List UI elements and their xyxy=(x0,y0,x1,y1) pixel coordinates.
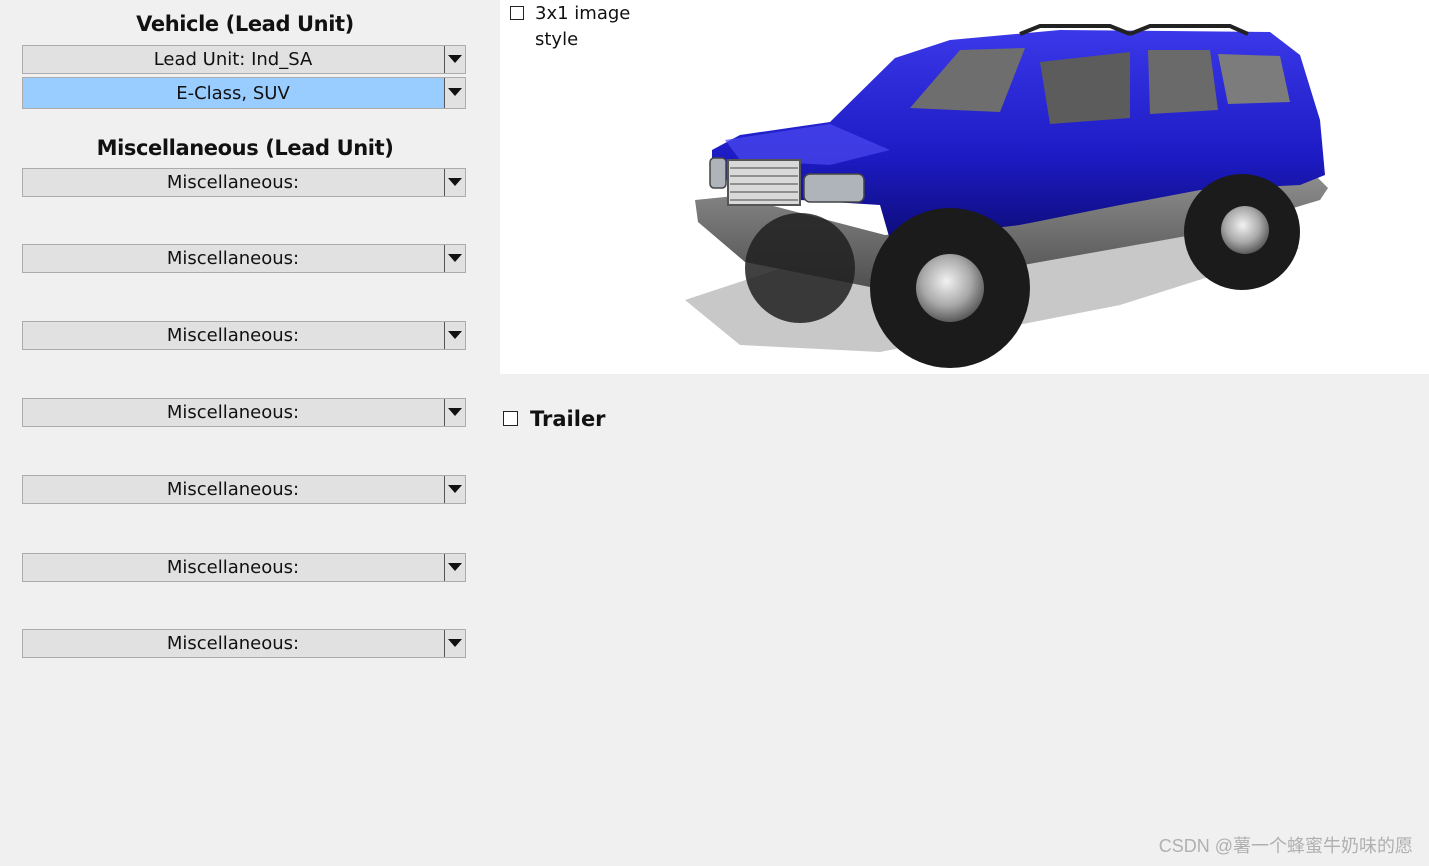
vehicle-type-dropdown-label: E-Class, SUV xyxy=(23,78,443,108)
front-side-window xyxy=(1040,52,1130,124)
misc-dropdown-1[interactable]: Miscellaneous: xyxy=(22,168,466,197)
headlight xyxy=(803,173,865,203)
misc-dropdown-5[interactable]: Miscellaneous: xyxy=(22,475,466,504)
misc-dropdown-7[interactable]: Miscellaneous: xyxy=(22,629,466,658)
chevron-down-icon[interactable] xyxy=(444,630,465,657)
chevron-down-icon[interactable] xyxy=(444,245,465,272)
misc-dropdown-label: Miscellaneous: xyxy=(166,325,300,346)
misc-dropdown-label: Miscellaneous: xyxy=(166,479,300,500)
rear-wheel-hub xyxy=(1221,206,1269,254)
misc-dropdown-label: Miscellaneous: xyxy=(166,402,300,423)
chevron-down-icon[interactable] xyxy=(444,169,465,196)
chevron-down-icon[interactable] xyxy=(444,46,465,73)
misc-dropdown-3[interactable]: Miscellaneous: xyxy=(22,321,466,350)
vehicle-section-title: Vehicle (Lead Unit) xyxy=(136,12,354,36)
grille xyxy=(727,159,801,206)
front-wheel-hub xyxy=(916,254,984,322)
misc-dropdown-label: Miscellaneous: xyxy=(166,172,300,193)
trailer-checkbox[interactable] xyxy=(503,411,518,426)
chevron-down-icon[interactable] xyxy=(444,399,465,426)
chevron-down-icon[interactable] xyxy=(444,554,465,581)
lead-unit-dropdown[interactable]: Lead Unit: Ind_SA xyxy=(22,45,466,74)
misc-dropdown-2[interactable]: Miscellaneous: xyxy=(22,244,466,273)
misc-dropdown-label: Miscellaneous: xyxy=(166,557,300,578)
watermark: CSDN @薯一个蜂蜜牛奶味的愿 xyxy=(1158,836,1413,856)
chevron-down-icon[interactable] xyxy=(444,476,465,503)
chevron-down-icon[interactable] xyxy=(444,322,465,349)
misc-dropdown-6[interactable]: Miscellaneous: xyxy=(22,553,466,582)
vehicle-image-panel: 3x1 image style xyxy=(500,0,1429,374)
misc-section-title: Miscellaneous (Lead Unit) xyxy=(96,136,394,160)
back-window xyxy=(1218,54,1290,104)
rear-side-window xyxy=(1148,50,1218,114)
vehicle-type-dropdown[interactable]: E-Class, SUV xyxy=(22,77,466,109)
misc-dropdown-label: Miscellaneous: xyxy=(166,633,300,654)
misc-dropdown-4[interactable]: Miscellaneous: xyxy=(22,398,466,427)
lead-unit-dropdown-label: Lead Unit: Ind_SA xyxy=(153,49,313,70)
suv-vehicle-image xyxy=(685,24,1328,368)
chevron-down-icon[interactable] xyxy=(444,78,465,108)
headlight xyxy=(709,157,727,189)
front-left-wheel xyxy=(745,213,855,323)
misc-dropdown-label: Miscellaneous: xyxy=(166,248,300,269)
trailer-label: Trailer xyxy=(530,407,606,431)
